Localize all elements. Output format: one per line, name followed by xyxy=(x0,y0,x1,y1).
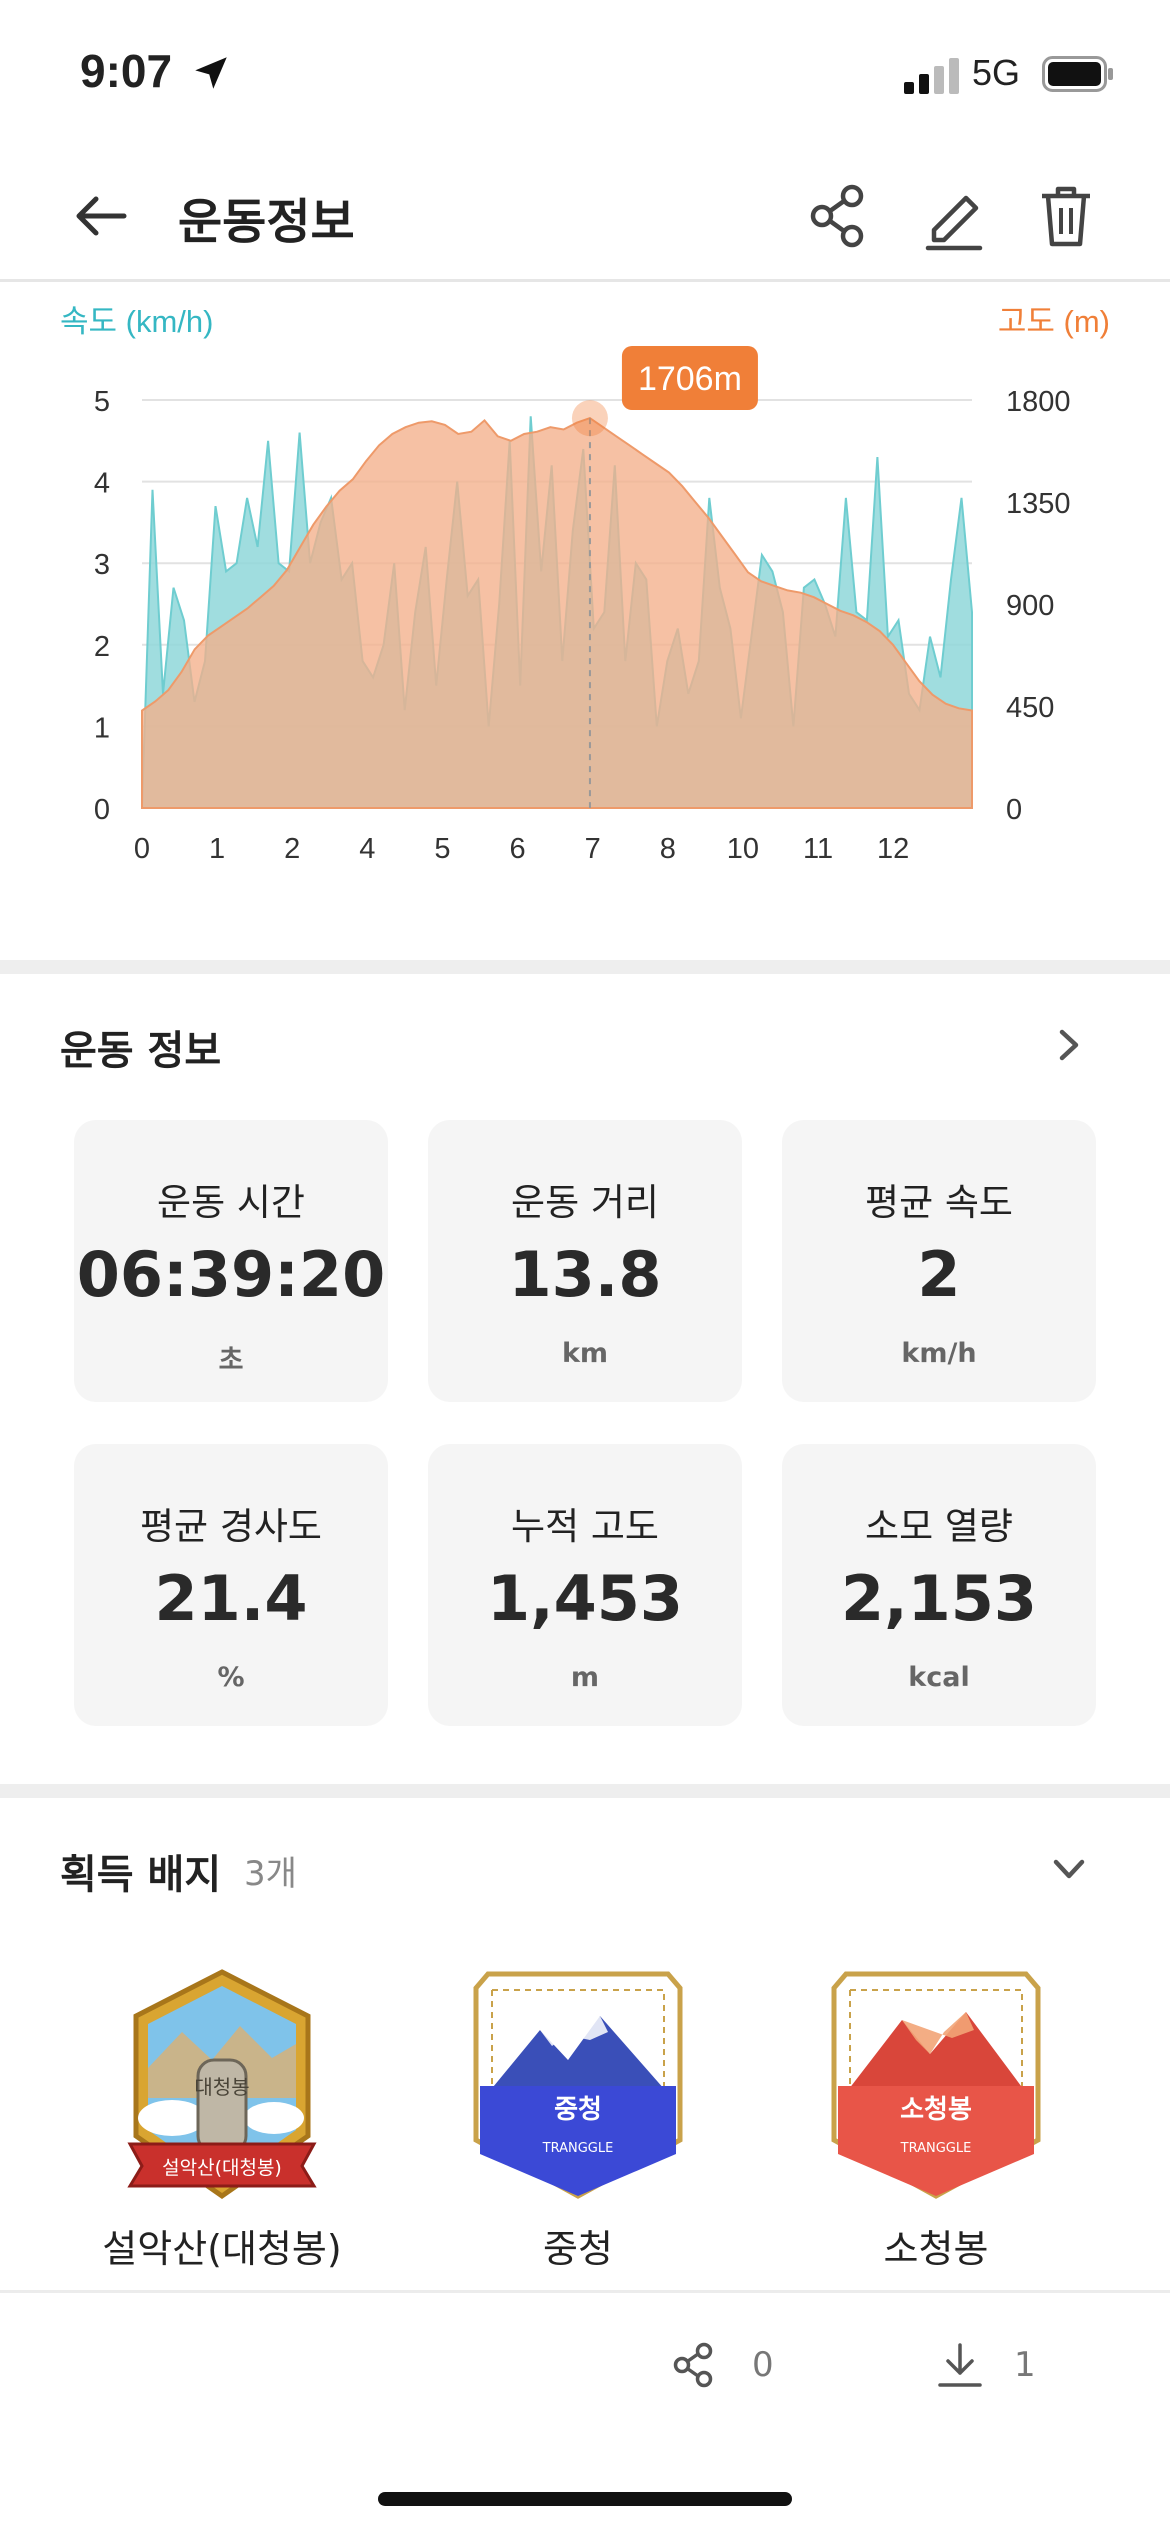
stat-label: 소모 열량 xyxy=(865,1505,1013,1548)
info-section-title: 운동 정보 xyxy=(60,1028,222,1074)
stat-value: 2 xyxy=(917,1238,961,1311)
stat-label: 평균 속도 xyxy=(865,1181,1013,1224)
badge-item[interactable]: 중청 TRANGGLE 중청 xyxy=(428,1968,728,2273)
status-bar: 9:07 5G xyxy=(0,0,1170,150)
badge-emblem-jungcheong: 중청 TRANGGLE xyxy=(473,1971,683,2199)
stat-card-avg-speed: 평균 속도 2 km/h xyxy=(782,1120,1096,1402)
signal-icon xyxy=(904,58,959,94)
edit-icon[interactable] xyxy=(916,178,992,254)
share-icon[interactable] xyxy=(800,178,876,254)
x-tick-label: 7 xyxy=(585,833,601,865)
badge-name: 소청봉 xyxy=(883,2227,989,2271)
x-tick-label: 1 xyxy=(209,833,225,865)
page-title: 운동정보 xyxy=(178,194,355,250)
stat-label: 운동 거리 xyxy=(511,1181,659,1224)
badge-name: 중청 xyxy=(543,2227,613,2271)
left-tick-label: 0 xyxy=(94,794,110,826)
stat-unit: m xyxy=(570,1662,600,1693)
x-tick-label: 2 xyxy=(284,833,300,865)
left-axis-label: 속도 (km/h) xyxy=(60,304,213,339)
x-tick-label: 5 xyxy=(434,833,450,865)
badge-ribbon-text: 설악산(대청봉) xyxy=(162,2157,282,2179)
badge-item[interactable]: 대청봉 설악산(대청봉) 설악산(대청봉) xyxy=(72,1968,372,2273)
chart-canvas: 속도 (km/h) 고도 (m) 5432101800135090045000 1… xyxy=(60,304,1110,865)
x-tick-label: 4 xyxy=(359,833,375,865)
badge-emblem-socheongbong: 소청봉 TRANGGLE xyxy=(831,1971,1041,2199)
stat-card-distance: 운동 거리 13.8 km xyxy=(428,1120,742,1402)
right-tick-label: 0 xyxy=(1006,794,1022,826)
badge-item[interactable]: 소청봉 TRANGGLE 소청봉 xyxy=(786,1968,1086,2273)
x-tick-label: 0 xyxy=(134,833,150,865)
stat-unit: 초 xyxy=(218,1345,244,1376)
x-tick-label: 6 xyxy=(510,833,526,865)
stat-value: 06:39:20 xyxy=(76,1238,386,1311)
download-count: 1 xyxy=(1014,2345,1036,2385)
stat-unit: km xyxy=(561,1338,609,1369)
peak-tooltip-label: 1706m xyxy=(638,360,742,398)
stat-label: 운동 시간 xyxy=(157,1181,305,1224)
app-header: 운동정보 xyxy=(0,150,1170,282)
left-tick-label: 5 xyxy=(94,386,110,418)
left-tick-label: 4 xyxy=(94,468,110,500)
badge-sub-text: TRANGGLE xyxy=(900,2141,972,2156)
badge-name: 설악산(대청봉) xyxy=(102,2227,342,2271)
location-arrow-icon xyxy=(195,57,227,89)
trash-icon[interactable] xyxy=(1028,178,1104,254)
stat-card-avg-slope: 평균 경사도 21.4 % xyxy=(74,1444,388,1726)
left-tick-label: 2 xyxy=(94,631,110,663)
battery-icon xyxy=(1042,56,1113,92)
right-tick-label: 1800 xyxy=(1006,386,1071,418)
stat-unit: km/h xyxy=(901,1338,977,1369)
download-icon[interactable] xyxy=(934,2339,986,2391)
stat-label: 평균 경사도 xyxy=(140,1505,322,1548)
share-icon[interactable] xyxy=(668,2339,720,2391)
stat-card-calories: 소모 열량 2,153 kcal xyxy=(782,1444,1096,1726)
stat-value: 2,153 xyxy=(840,1562,1038,1635)
share-count: 0 xyxy=(752,2345,774,2385)
back-arrow-icon[interactable] xyxy=(66,180,138,252)
badge-emblem-text: 중청 xyxy=(554,2095,602,2125)
stat-card-elevation-gain: 누적 고도 1,453 m xyxy=(428,1444,742,1726)
badge-emblem-text: 대청봉 xyxy=(194,2075,249,2099)
home-indicator xyxy=(378,2492,792,2506)
chevron-right-icon[interactable] xyxy=(1044,1020,1094,1070)
network-label: 5G xyxy=(972,52,1021,93)
stat-value: 21.4 xyxy=(154,1562,308,1635)
status-time: 9:07 xyxy=(80,45,173,97)
badge-sub-text: TRANGGLE xyxy=(542,2141,614,2156)
x-tick-label: 8 xyxy=(660,833,676,865)
x-tick-label: 10 xyxy=(727,833,759,865)
badge-emblem-seorak: 대청봉 설악산(대청봉) xyxy=(127,1969,317,2200)
badge-emblem-text: 소청봉 xyxy=(900,2095,972,2125)
right-tick-label: 1350 xyxy=(1006,488,1071,520)
stat-value: 1,453 xyxy=(486,1562,684,1635)
x-tick-label: 11 xyxy=(803,833,833,865)
right-tick-label: 900 xyxy=(1006,590,1054,622)
stat-value: 13.8 xyxy=(508,1238,662,1311)
bottom-action-bar: 0 1 xyxy=(0,2290,1170,2432)
speed-altitude-chart: 속도 (km/h) 고도 (m) 5 4 3 2 1 0 1800 1350 900 450 0 0 1… xyxy=(0,284,1170,960)
left-tick-label: 1 xyxy=(94,712,110,744)
stat-label: 누적 고도 xyxy=(511,1505,659,1548)
section-divider xyxy=(0,960,1170,974)
peak-marker-dot xyxy=(571,400,608,437)
right-axis-label: 고도 (m) xyxy=(998,304,1110,339)
stat-unit: % xyxy=(217,1662,245,1693)
badges-section-title: 획득 배지 xyxy=(60,1852,222,1898)
right-tick-label: 450 xyxy=(1006,692,1054,724)
chevron-down-icon[interactable] xyxy=(1044,1844,1094,1894)
section-divider xyxy=(0,1784,1170,1798)
stat-card-duration: 운동 시간 06:39:20 초 xyxy=(74,1120,388,1402)
left-tick-label: 3 xyxy=(94,549,110,581)
badge-count: 3개 xyxy=(244,1854,297,1894)
stat-unit: kcal xyxy=(908,1662,970,1693)
x-tick-label: 12 xyxy=(877,833,909,865)
